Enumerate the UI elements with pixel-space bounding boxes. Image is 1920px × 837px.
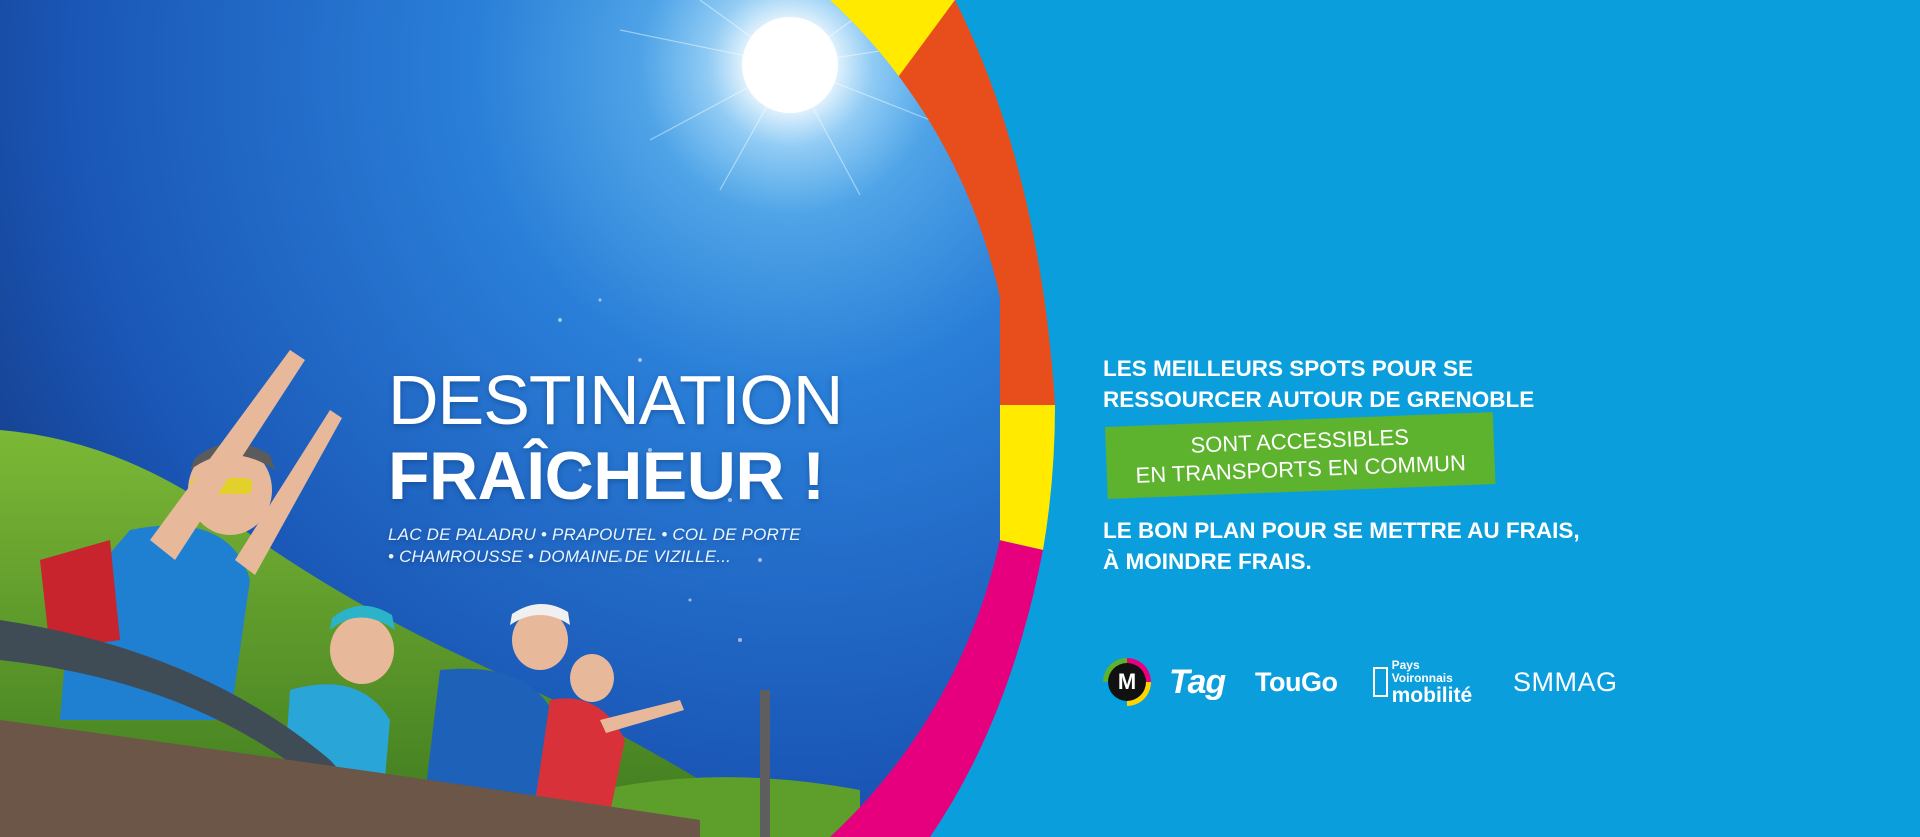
headline-line-1: DESTINATION [388,361,843,439]
pays-voironnais-bottom: mobilité [1391,683,1473,707]
outro-text: LE BON PLAN POUR SE METTRE AU FRAIS, À M… [1103,515,1663,577]
metro-m-logo: M [1103,658,1151,706]
message-block: LES MEILLEURS SPOTS POUR SE RESSOURCER A… [1103,353,1663,577]
intro-line-1: LES MEILLEURS SPOTS POUR SE [1103,356,1474,381]
pays-voironnais-top: Pays Voironnais [1391,657,1453,685]
destinations-line-1: LAC DE PALADRU • PRAPOUTEL • COL DE PORT… [388,525,801,544]
smmag-logo: SMMAG [1513,666,1618,697]
destinations-line-2: • CHAMROUSSE • DOMAINE DE VIZILLE... [388,547,732,566]
pays-voironnais-mark-icon [1373,667,1388,697]
tougo-logo: TouGo [1255,666,1338,697]
highlight-badge: SONT ACCESSIBLES EN TRANSPORTS EN COMMUN [1105,412,1496,499]
intro-line-2: RESSOURCER AUTOUR DE GRENOBLE [1103,387,1535,412]
destinations-list: LAC DE PALADRU • PRAPOUTEL • COL DE PORT… [388,524,848,568]
headline-block: DESTINATION FRAÎCHEUR ! LAC DE PALADRU •… [388,362,848,568]
tag-logo: Tag [1169,662,1226,701]
outro-line-1: LE BON PLAN POUR SE METTRE AU FRAIS, [1103,518,1580,543]
intro-text: LES MEILLEURS SPOTS POUR SE RESSOURCER A… [1103,353,1663,415]
pays-voironnais-logo: Pays Voironnais mobilité [1373,655,1474,709]
outro-line-2: À MOINDRE FRAIS. [1103,549,1312,574]
headline-line-2: FRAÎCHEUR ! [388,438,825,514]
